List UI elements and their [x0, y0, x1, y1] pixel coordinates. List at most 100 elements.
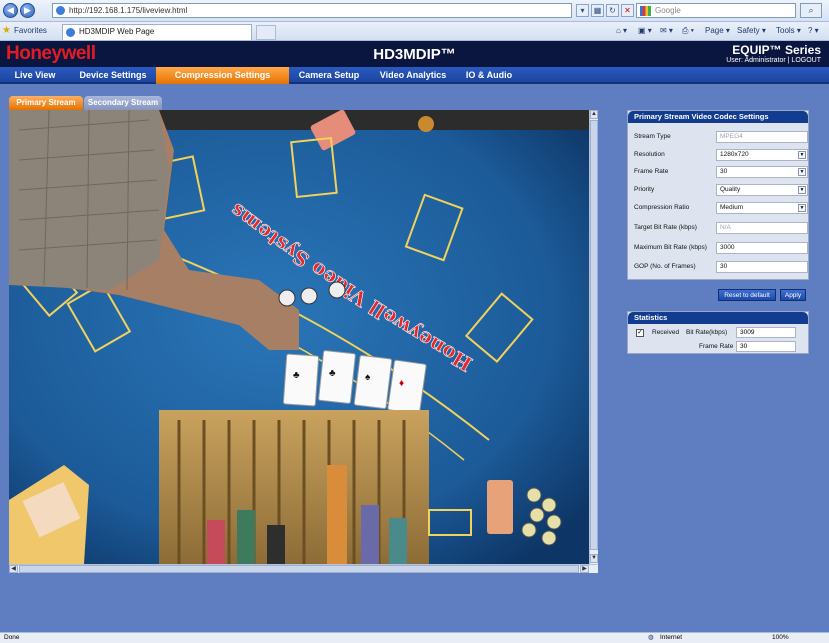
browser-status-bar: Done ◍ Internet 100%: [0, 632, 829, 643]
tools-menu[interactable]: Tools ▾: [776, 26, 801, 35]
max-bitrate-input[interactable]: 3000: [716, 242, 808, 254]
browser-tab[interactable]: HD3MDIP Web Page: [62, 24, 252, 40]
chevron-down-icon[interactable]: ▼: [798, 186, 806, 194]
compression-ratio-row: Compression Ratio Medium ▼: [634, 202, 808, 215]
tab-camera-setup[interactable]: Camera Setup: [289, 67, 369, 84]
received-checkbox[interactable]: ✓: [636, 329, 644, 337]
gop-label: GOP (No. of Frames): [634, 263, 696, 270]
tab-compression-settings[interactable]: Compression Settings: [156, 67, 289, 84]
address-bar[interactable]: http://192.168.1.175/liveview.html: [52, 3, 572, 18]
target-bitrate-value: N/A: [720, 224, 731, 231]
priority-value: Quality: [720, 186, 741, 193]
search-input[interactable]: Google: [636, 3, 796, 18]
stream-type-value: MPEG4: [720, 133, 743, 140]
resolution-row: Resolution 1280x720 ▼: [634, 149, 808, 162]
favorites-bar: ★ Favorites HD3MDIP Web Page ⌂ ▾ ▣ ▾ ✉ ▾…: [0, 22, 829, 41]
page-menu[interactable]: Page ▾: [705, 26, 730, 35]
gop-row: GOP (No. of Frames) 30: [634, 261, 808, 274]
codec-panel-title: Primary Stream Video Codec Settings: [628, 111, 808, 123]
frame-rate-select[interactable]: 30 ▼: [716, 166, 808, 178]
target-bitrate-row: Target Bit Rate (kbps) N/A: [634, 222, 808, 235]
bitrate-field: 3009: [736, 327, 796, 338]
favorites-star-icon[interactable]: ★: [2, 25, 11, 36]
live-video: Honeywell Video Systems ♣ ♣ ♠ ♦: [9, 110, 589, 564]
tab-device-settings[interactable]: Device Settings: [70, 67, 156, 84]
chevron-down-icon[interactable]: ▼: [798, 168, 806, 176]
stream-type-label: Stream Type: [634, 133, 671, 140]
reset-default-button[interactable]: Reset to default: [718, 289, 776, 301]
compression-ratio-value: Medium: [720, 204, 744, 211]
framerate-field: 30: [736, 341, 796, 352]
tab-live-view[interactable]: Live View: [0, 67, 70, 84]
dropdown-icon[interactable]: ▾: [576, 4, 589, 17]
favorites-label[interactable]: Favorites: [14, 26, 47, 35]
scroll-up-icon[interactable]: ▲: [590, 110, 598, 119]
scroll-right-icon[interactable]: ▶: [580, 565, 589, 573]
gop-input[interactable]: 30: [716, 261, 808, 273]
priority-label: Priority: [634, 186, 655, 193]
frame-rate-value: 30: [720, 168, 728, 175]
print-icon[interactable]: ⎙ ▾: [682, 26, 694, 36]
video-horizontal-scrollbar[interactable]: ◀ ▶: [9, 564, 598, 573]
feeds-icon[interactable]: ▣ ▾: [638, 26, 652, 35]
tab-title: HD3MDIP Web Page: [79, 27, 155, 36]
tab-io-audio[interactable]: IO & Audio: [457, 67, 521, 84]
back-icon[interactable]: ◀: [3, 3, 18, 18]
safety-menu[interactable]: Safety ▾: [737, 26, 766, 35]
compat-icon[interactable]: ▦: [591, 4, 604, 17]
apply-button[interactable]: Apply: [780, 289, 806, 301]
max-bitrate-row: Maximum Bit Rate (kbps) 3000: [634, 242, 808, 255]
forward-icon[interactable]: ▶: [20, 3, 35, 18]
chevron-down-icon[interactable]: ▼: [798, 151, 806, 159]
refresh-icon[interactable]: ↻: [606, 4, 619, 17]
svg-text:♠: ♠: [365, 372, 371, 383]
search-placeholder: Google: [655, 6, 681, 15]
user-logout-link[interactable]: User: Administrator | LOGOUT: [726, 57, 821, 64]
resolution-select[interactable]: 1280x720 ▼: [716, 149, 808, 161]
tab-page-icon: [66, 28, 75, 37]
ie-page-icon: [56, 6, 65, 15]
gop-value: 30: [720, 263, 728, 270]
resolution-value: 1280x720: [720, 151, 749, 158]
main-nav: Live View Device Settings Compression Se…: [0, 67, 829, 84]
received-label: Received: [652, 329, 680, 336]
chevron-down-icon[interactable]: ▼: [798, 204, 806, 212]
compression-ratio-select[interactable]: Medium ▼: [716, 202, 808, 214]
zoom-label[interactable]: 100%: [772, 633, 789, 643]
statistics-panel: Statistics ✓ Received Bit Rate(kbps) 300…: [627, 311, 809, 354]
target-bitrate-label: Target Bit Rate (kbps): [634, 224, 697, 231]
scroll-down-icon[interactable]: ▼: [590, 554, 598, 563]
stop-icon[interactable]: ✕: [621, 4, 634, 17]
priority-row: Priority Quality ▼: [634, 184, 808, 197]
new-tab-button[interactable]: [256, 25, 276, 40]
browser-toolbar: ◀ ▶ http://192.168.1.175/liveview.html ▾…: [0, 0, 829, 22]
mail-icon[interactable]: ✉ ▾: [660, 26, 673, 35]
framerate-label: Frame Rate: [699, 343, 734, 350]
svg-text:♣: ♣: [329, 368, 336, 379]
frame-rate-label: Frame Rate: [634, 168, 669, 175]
max-bitrate-value: 3000: [720, 244, 735, 251]
resolution-label: Resolution: [634, 151, 665, 158]
svg-text:♣: ♣: [293, 370, 300, 381]
help-icon[interactable]: ? ▾: [808, 26, 819, 35]
video-frame: Honeywell Video Systems ♣ ♣ ♠ ♦: [9, 110, 589, 564]
tab-video-analytics[interactable]: Video Analytics: [369, 67, 457, 84]
compression-ratio-label: Compression Ratio: [634, 204, 690, 211]
priority-select[interactable]: Quality ▼: [716, 184, 808, 196]
framerate-value: 30: [740, 343, 748, 350]
video-vertical-scrollbar[interactable]: ▲ ▼: [589, 110, 598, 564]
product-title: HD3MDIP™: [373, 46, 456, 63]
search-icon[interactable]: ⌕: [800, 3, 822, 18]
horizontal-scroll-thumb[interactable]: [19, 565, 579, 573]
max-bitrate-label: Maximum Bit Rate (kbps): [634, 244, 707, 251]
scroll-left-icon[interactable]: ◀: [9, 565, 18, 573]
frame-rate-row: Frame Rate 30 ▼: [634, 166, 808, 179]
vertical-scroll-thumb[interactable]: [590, 120, 598, 550]
globe-icon: ◍: [648, 634, 654, 641]
tab-secondary-stream[interactable]: Secondary Stream: [84, 96, 162, 110]
svg-text:♦: ♦: [399, 378, 404, 389]
home-icon[interactable]: ⌂ ▾: [616, 26, 627, 35]
app-header: Honeywell HD3MDIP™ EQUIP™ Series User: A…: [0, 41, 829, 67]
series-label: EQUIP™ Series: [732, 43, 821, 57]
tab-primary-stream[interactable]: Primary Stream: [9, 96, 83, 110]
